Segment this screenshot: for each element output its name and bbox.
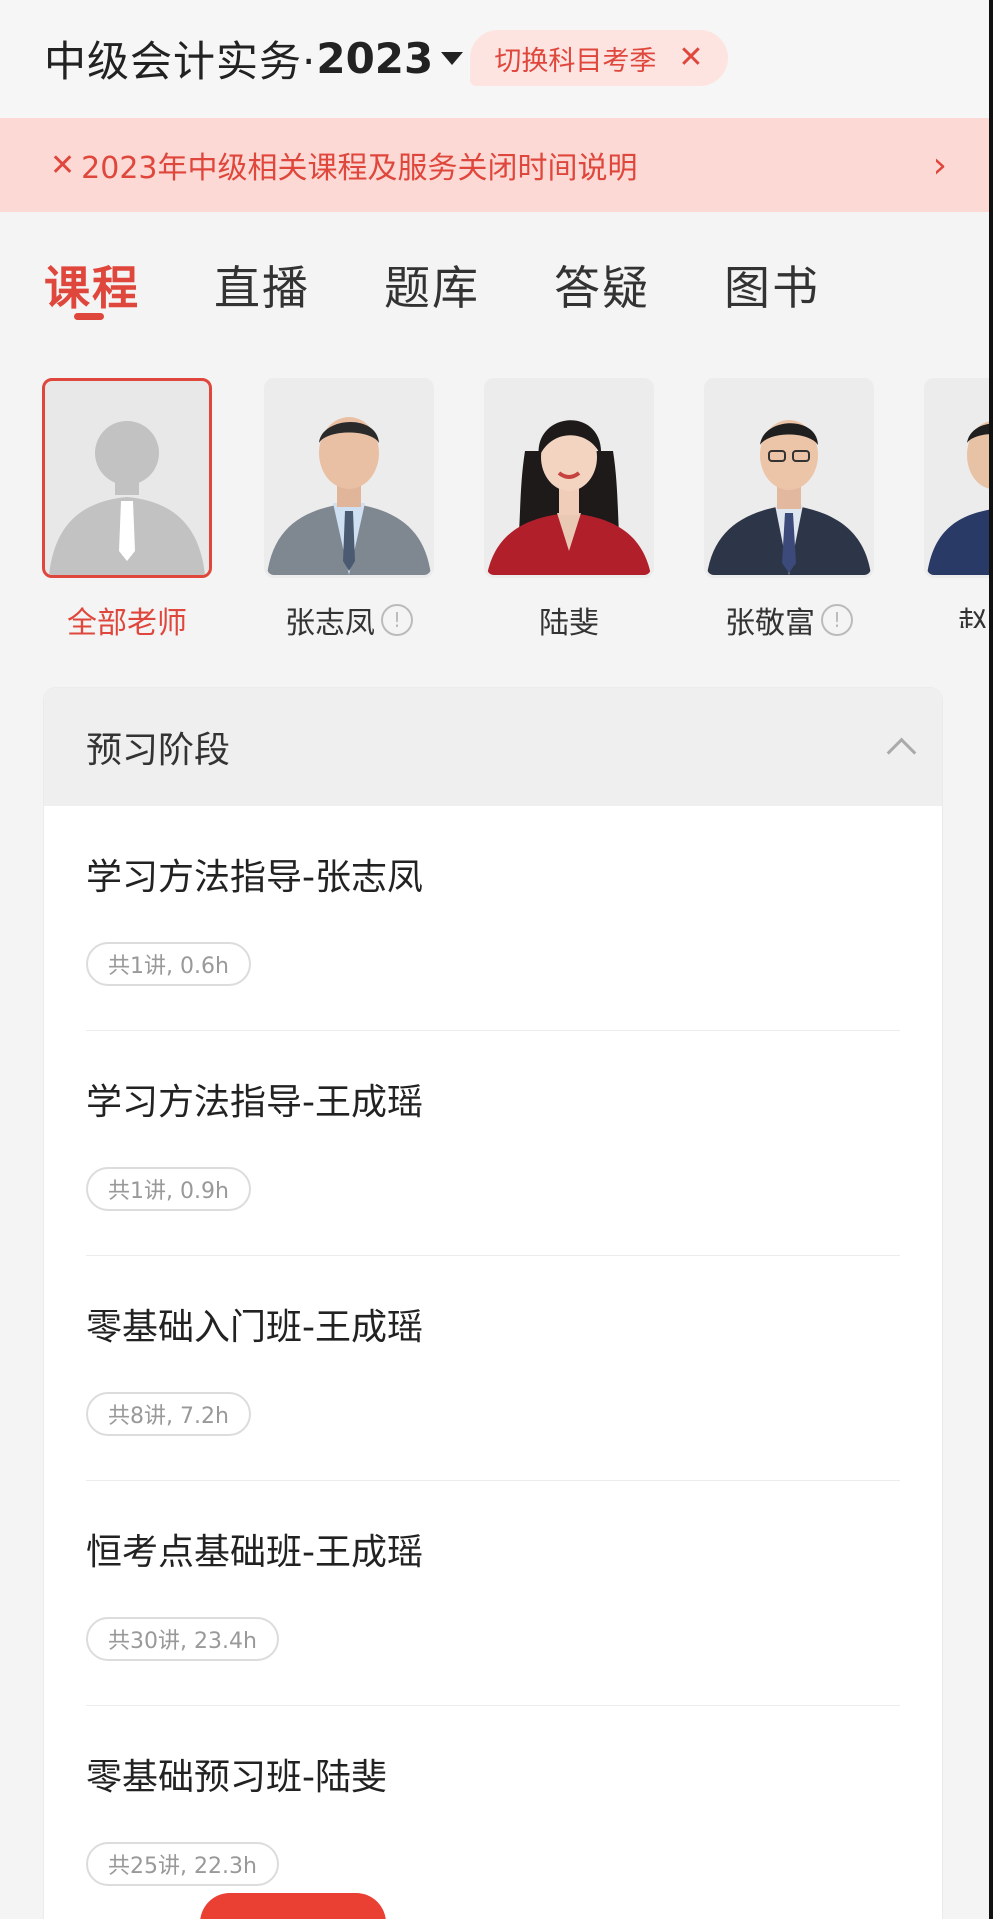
tab-bar: 课程 直播 题库 答疑 图书 — [0, 212, 993, 342]
course-title: 学习方法指导-张志凤 — [86, 857, 423, 898]
info-icon[interactable]: ! — [381, 604, 413, 636]
teacher-name: 张志凤 — [285, 606, 375, 641]
tab-question-bank[interactable]: 题库 — [384, 252, 480, 318]
switch-subject-label: 切换科目考季 — [494, 45, 657, 77]
close-icon[interactable]: ✕ — [678, 43, 703, 73]
course-title: 学习方法指导-王成瑶 — [86, 1082, 423, 1123]
course-title: 恒考点基础班-王成瑶 — [86, 1532, 423, 1573]
chevron-up-icon[interactable] — [886, 737, 917, 767]
teacher-list: 全部老师 张志凤 ! 陆斐 张敬富 ! 赵 — [0, 378, 993, 648]
switch-subject-pill[interactable]: 切换科目考季 ✕ — [470, 30, 728, 86]
stage-title: 预习阶段 — [86, 730, 231, 771]
subject-name: 中级会计实务· — [44, 36, 317, 86]
course-meta-badge: 共25讲, 22.3h — [86, 1842, 279, 1886]
tab-live[interactable]: 直播 — [214, 252, 310, 318]
chevron-right-icon: › — [932, 144, 947, 186]
course-item[interactable]: 恒考点基础班-王成瑶 共30讲, 23.4h — [86, 1481, 900, 1706]
course-item[interactable]: 零基础入门班-王成瑶 共8讲, 7.2h — [86, 1256, 900, 1481]
stage-header[interactable]: 预习阶段 — [44, 688, 942, 806]
teacher-name: 陆斐 — [539, 606, 599, 641]
subject-year: 2023 — [316, 33, 434, 83]
course-item[interactable]: 零基础预习班-陆斐 共25讲, 22.3h — [86, 1706, 900, 1919]
notice-banner[interactable]: ✕ 2023年中级相关课程及服务关闭时间说明 › — [0, 118, 993, 212]
avatar-placeholder — [42, 378, 212, 578]
avatar — [924, 378, 990, 578]
course-title: 零基础预习班-陆斐 — [86, 1757, 387, 1798]
floating-action-button[interactable] — [200, 1893, 386, 1919]
course-item[interactable]: 学习方法指导-王成瑶 共1讲, 0.9h — [86, 1031, 900, 1256]
teacher-item-zhangjingfu[interactable]: 张敬富 ! — [704, 378, 874, 641]
course-meta-badge: 共1讲, 0.9h — [86, 1167, 251, 1211]
screen-edge — [989, 0, 993, 1919]
teacher-item-zhangzhifeng[interactable]: 张志凤 ! — [264, 378, 434, 641]
subject-selector[interactable]: 中级会计实务· 2023 — [44, 30, 464, 86]
info-icon[interactable]: ! — [821, 604, 853, 636]
teacher-name: 张敬富 — [725, 606, 815, 641]
stage-card: 预习阶段 学习方法指导-张志凤 共1讲, 0.6h 学习方法指导-王成瑶 共1讲… — [44, 688, 942, 1919]
tab-qa[interactable]: 答疑 — [554, 252, 650, 318]
close-icon[interactable]: ✕ — [50, 148, 75, 183]
avatar — [484, 378, 654, 578]
active-tab-indicator — [74, 313, 104, 320]
header: 中级会计实务· 2023 切换科目考季 ✕ — [0, 0, 993, 118]
caret-down-icon — [441, 51, 464, 65]
course-meta-badge: 共30讲, 23.4h — [86, 1617, 279, 1661]
avatar — [264, 378, 434, 578]
course-meta-badge: 共1讲, 0.6h — [86, 942, 251, 986]
course-meta-badge: 共8讲, 7.2h — [86, 1392, 251, 1436]
teacher-name: 全部老师 — [67, 606, 187, 641]
tab-courses[interactable]: 课程 — [44, 252, 140, 318]
tab-books[interactable]: 图书 — [724, 252, 820, 318]
course-item[interactable]: 学习方法指导-张志凤 共1讲, 0.6h — [86, 806, 900, 1031]
avatar — [704, 378, 874, 578]
teacher-name: 赵 — [958, 606, 988, 628]
app-page: 中级会计实务· 2023 切换科目考季 ✕ ✕ 2023年中级相关课程及服务关闭… — [0, 0, 993, 1919]
teacher-item-all[interactable]: 全部老师 — [42, 378, 212, 641]
notice-text: 2023年中级相关课程及服务关闭时间说明 — [81, 151, 638, 186]
course-title: 零基础入门班-王成瑶 — [86, 1307, 423, 1348]
teacher-item-zhao[interactable]: 赵 — [924, 378, 990, 628]
teacher-item-lufei[interactable]: 陆斐 — [484, 378, 654, 641]
